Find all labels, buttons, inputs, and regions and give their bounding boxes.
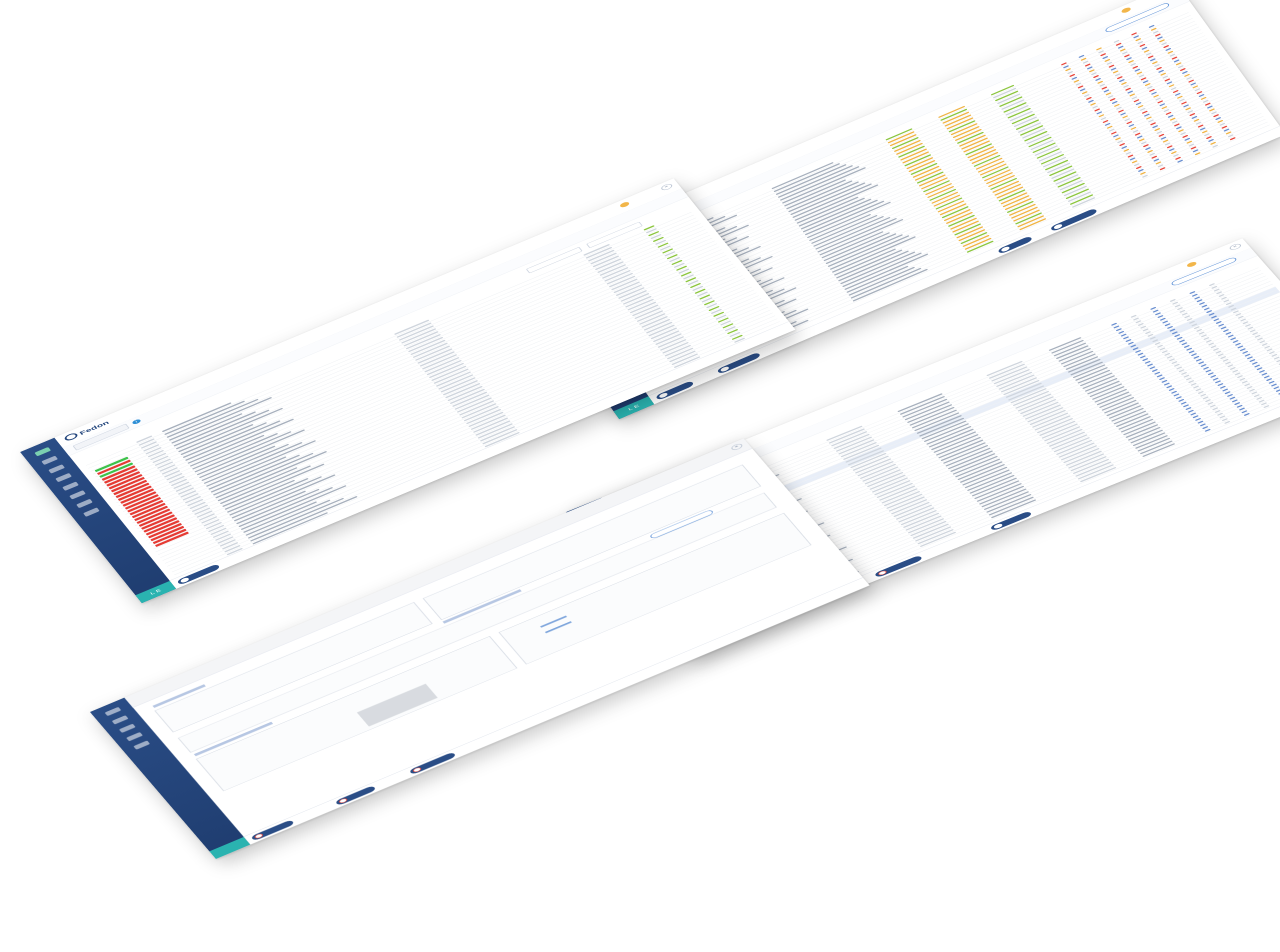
table-cell xyxy=(1194,152,1201,156)
table-cell xyxy=(238,562,255,570)
table-cell xyxy=(1243,412,1250,417)
table-cell xyxy=(240,565,257,573)
close-icon[interactable]: × xyxy=(729,442,744,452)
table-cell xyxy=(1229,137,1236,141)
list-icon[interactable] xyxy=(48,464,65,474)
table-cell xyxy=(1204,428,1211,432)
close-icon[interactable]: × xyxy=(1228,242,1243,251)
chart-icon[interactable] xyxy=(126,732,143,742)
pdf-icon xyxy=(877,569,888,577)
info-icon[interactable]: i xyxy=(131,418,142,425)
table-cell xyxy=(1263,404,1270,409)
chart-icon[interactable] xyxy=(55,472,72,483)
table-cell xyxy=(1212,144,1219,148)
dashboard-icon[interactable] xyxy=(111,715,129,725)
table-cell xyxy=(1142,174,1149,178)
avatar[interactable] xyxy=(1185,260,1198,268)
close-icon[interactable]: × xyxy=(659,182,674,192)
settings-icon[interactable] xyxy=(133,740,151,750)
link-icon[interactable] xyxy=(76,498,93,509)
pdf-icon xyxy=(411,766,423,774)
pdf-icon xyxy=(253,832,265,840)
sidebar-footer: L E xyxy=(135,580,177,604)
table-cell xyxy=(1159,167,1166,171)
sidebar-footer xyxy=(209,836,251,859)
avatar[interactable] xyxy=(618,201,631,209)
settings-icon[interactable] xyxy=(62,481,79,491)
home-icon[interactable] xyxy=(34,446,52,457)
list-icon[interactable] xyxy=(118,723,136,733)
table-cell xyxy=(1177,159,1184,163)
tools-icon[interactable] xyxy=(69,490,86,500)
search-icon[interactable] xyxy=(83,507,100,517)
screenshot-stage: L E Fedon × i xyxy=(0,0,1280,952)
table-cell xyxy=(1224,420,1231,424)
home-icon[interactable] xyxy=(104,706,122,717)
avatar[interactable] xyxy=(1120,6,1132,14)
dashboard-icon[interactable] xyxy=(41,455,58,465)
pdf-icon xyxy=(337,797,349,804)
